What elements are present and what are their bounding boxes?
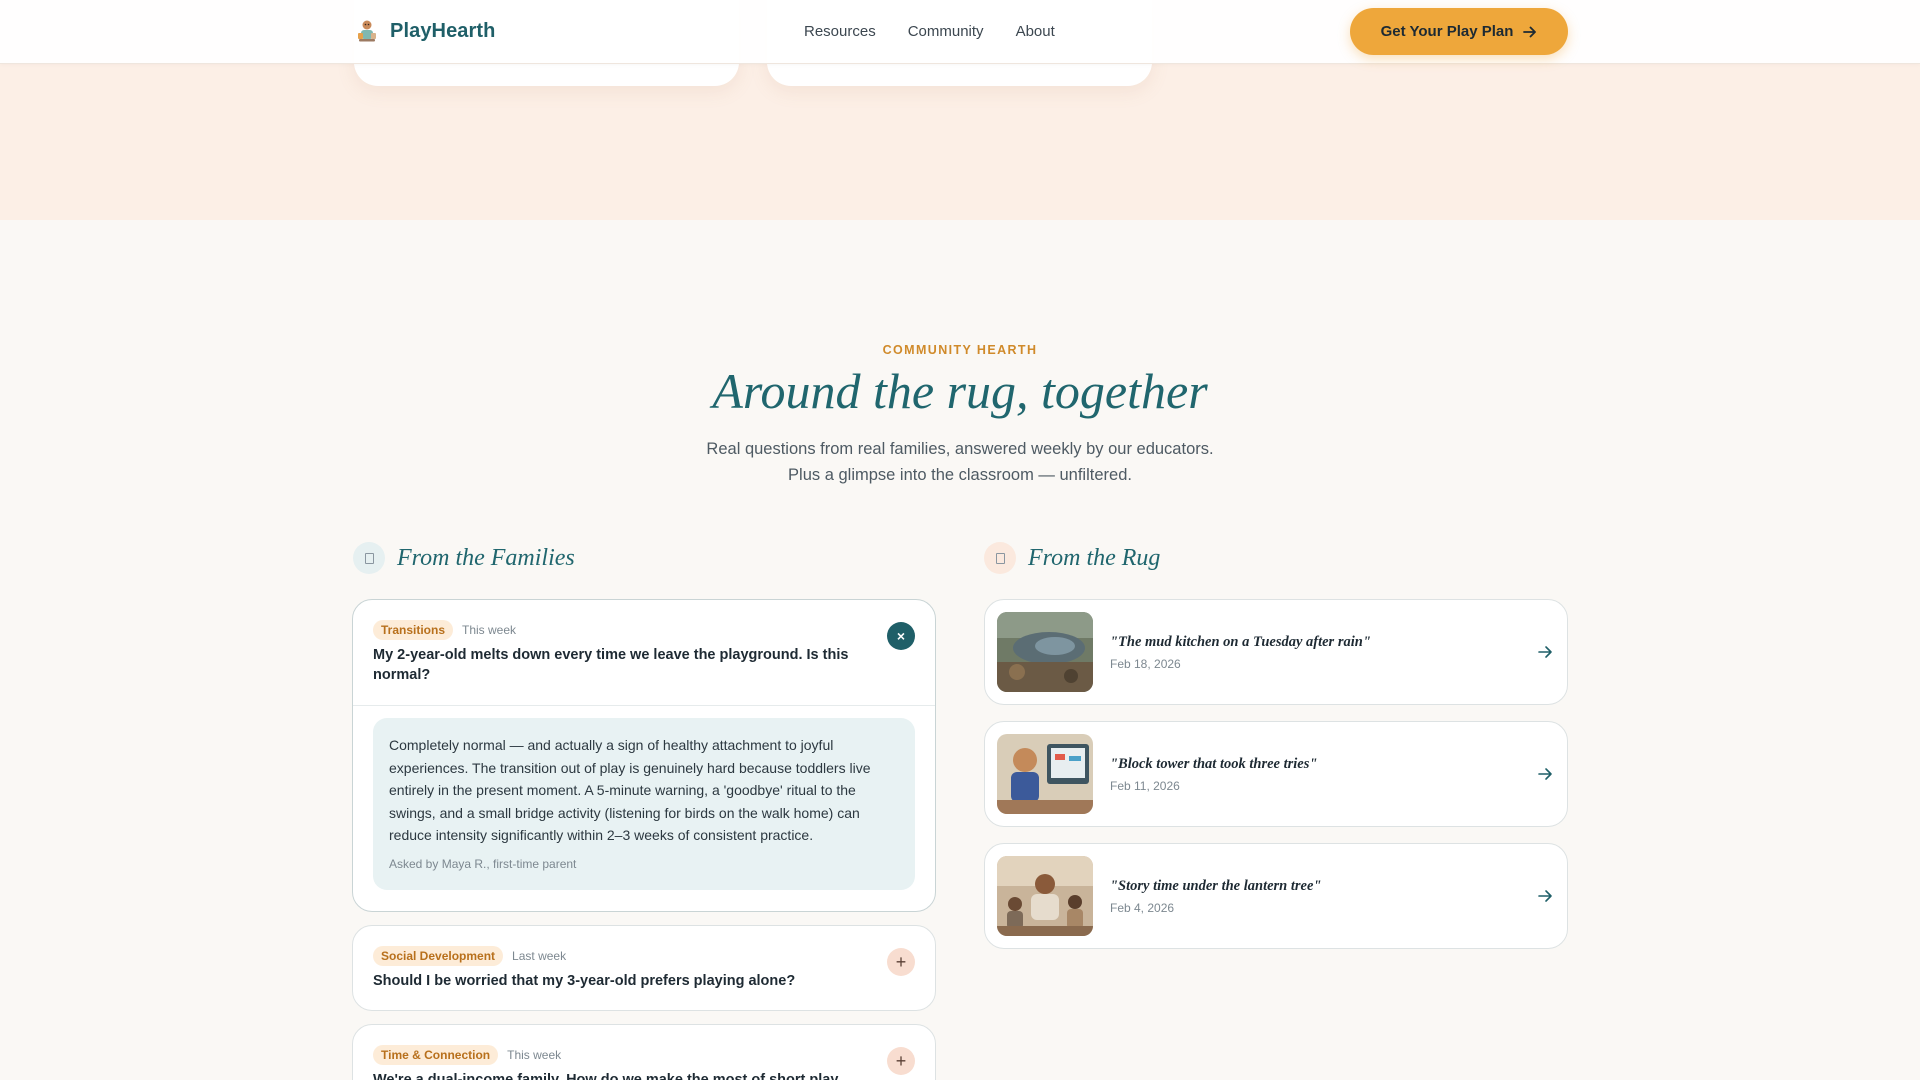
faq-meta: Transitions This week: [373, 620, 865, 640]
rug-heading: From the Rug: [984, 542, 1160, 574]
faq-question: My 2-year-old melts down every time we l…: [373, 647, 849, 683]
arrow-right-icon[interactable]: [1537, 644, 1553, 660]
cta-label: Get Your Play Plan: [1380, 23, 1514, 40]
document-icon: [353, 542, 385, 574]
subtitle-line: Plus a glimpse into the classroom — unfi…: [788, 466, 1132, 484]
answer-text: Completely normal — and actually a sign …: [389, 737, 871, 844]
rug-post-title: "Block tower that took three tries": [1110, 756, 1318, 772]
subtitle-line: Real questions from real families, answe…: [706, 440, 1214, 458]
arrow-right-icon[interactable]: [1537, 766, 1553, 782]
posted-when: This week: [507, 1048, 562, 1062]
category-tag: Time & Connection: [373, 1045, 499, 1065]
logo-icon: [358, 20, 376, 42]
rug-post-date: Feb 11, 2026: [1110, 779, 1180, 793]
expand-icon[interactable]: +: [887, 1047, 915, 1075]
rug-title-heading: From the Rug: [1028, 544, 1161, 571]
nav-community[interactable]: Community: [908, 23, 984, 40]
faq-answer: Completely normal — and actually a sign …: [373, 718, 915, 890]
photo-icon: [984, 542, 1016, 574]
posted-when: This week: [462, 623, 517, 637]
wave-divider: [0, 180, 1920, 205]
families-title: From the Families: [397, 544, 575, 571]
rug-post-title: "The mud kitchen on a Tuesday after rain…: [1110, 634, 1371, 650]
rug-post-title: "Story time under the lantern tree": [1110, 878, 1322, 894]
faq-meta: Time & Connection This week: [373, 1045, 865, 1065]
site-header: PlayHearth Resources Community About Get…: [0, 0, 1920, 64]
rug-post-card[interactable]: "The mud kitchen on a Tuesday after rain…: [984, 599, 1568, 705]
faq-question: Should I be worried that my 3-year-old p…: [373, 973, 796, 989]
faq-card[interactable]: Social Development Last week Should I be…: [352, 925, 936, 1011]
story-time-photo: [997, 856, 1093, 936]
collapse-icon[interactable]: ×: [887, 622, 915, 650]
rug-post-date: Feb 18, 2026: [1110, 657, 1181, 671]
get-play-plan-button[interactable]: Get Your Play Plan: [1350, 8, 1568, 55]
faq-meta: Social Development Last week: [373, 946, 865, 966]
category-tag: Transitions: [373, 620, 454, 640]
arrow-right-icon: [1523, 26, 1537, 37]
block-tower-photo: [997, 734, 1093, 814]
rug-post-card[interactable]: "Block tower that took three tries" Feb …: [984, 721, 1568, 827]
nav-about[interactable]: About: [1016, 23, 1055, 40]
faq-question: We're a dual-income family. How do we ma…: [373, 1072, 839, 1080]
divider: [353, 705, 935, 706]
section-eyebrow: COMMUNITY HEARTH: [882, 343, 1038, 357]
faq-header[interactable]: Social Development Last week Should I be…: [353, 926, 935, 992]
rug-post-card[interactable]: "Story time under the lantern tree" Feb …: [984, 843, 1568, 949]
asked-by: Asked by Maya R., first-time parent: [389, 856, 577, 871]
nav-resources[interactable]: Resources: [804, 23, 876, 40]
rug-post-date: Feb 4, 2026: [1110, 901, 1175, 915]
brand-name: PlayHearth: [390, 19, 496, 42]
faq-card[interactable]: Transitions This week My 2-year-old melt…: [352, 599, 936, 912]
category-tag: Social Development: [373, 946, 504, 966]
posted-when: Last week: [512, 949, 567, 963]
section-title: Around the rug, together: [712, 363, 1208, 419]
expand-icon[interactable]: +: [887, 948, 915, 976]
section-subtitle: Real questions from real families, answe…: [0, 436, 1920, 488]
arrow-right-icon[interactable]: [1537, 888, 1553, 904]
faq-card[interactable]: Time & Connection This week We're a dual…: [352, 1024, 936, 1080]
brand-logo[interactable]: PlayHearth: [356, 19, 496, 43]
families-heading: From the Families: [353, 542, 575, 574]
faq-header[interactable]: Transitions This week My 2-year-old melt…: [353, 600, 935, 685]
mud-kitchen-photo: [997, 612, 1093, 692]
main-nav: Resources Community About: [804, 23, 1055, 40]
faq-header[interactable]: Time & Connection This week We're a dual…: [353, 1025, 935, 1080]
